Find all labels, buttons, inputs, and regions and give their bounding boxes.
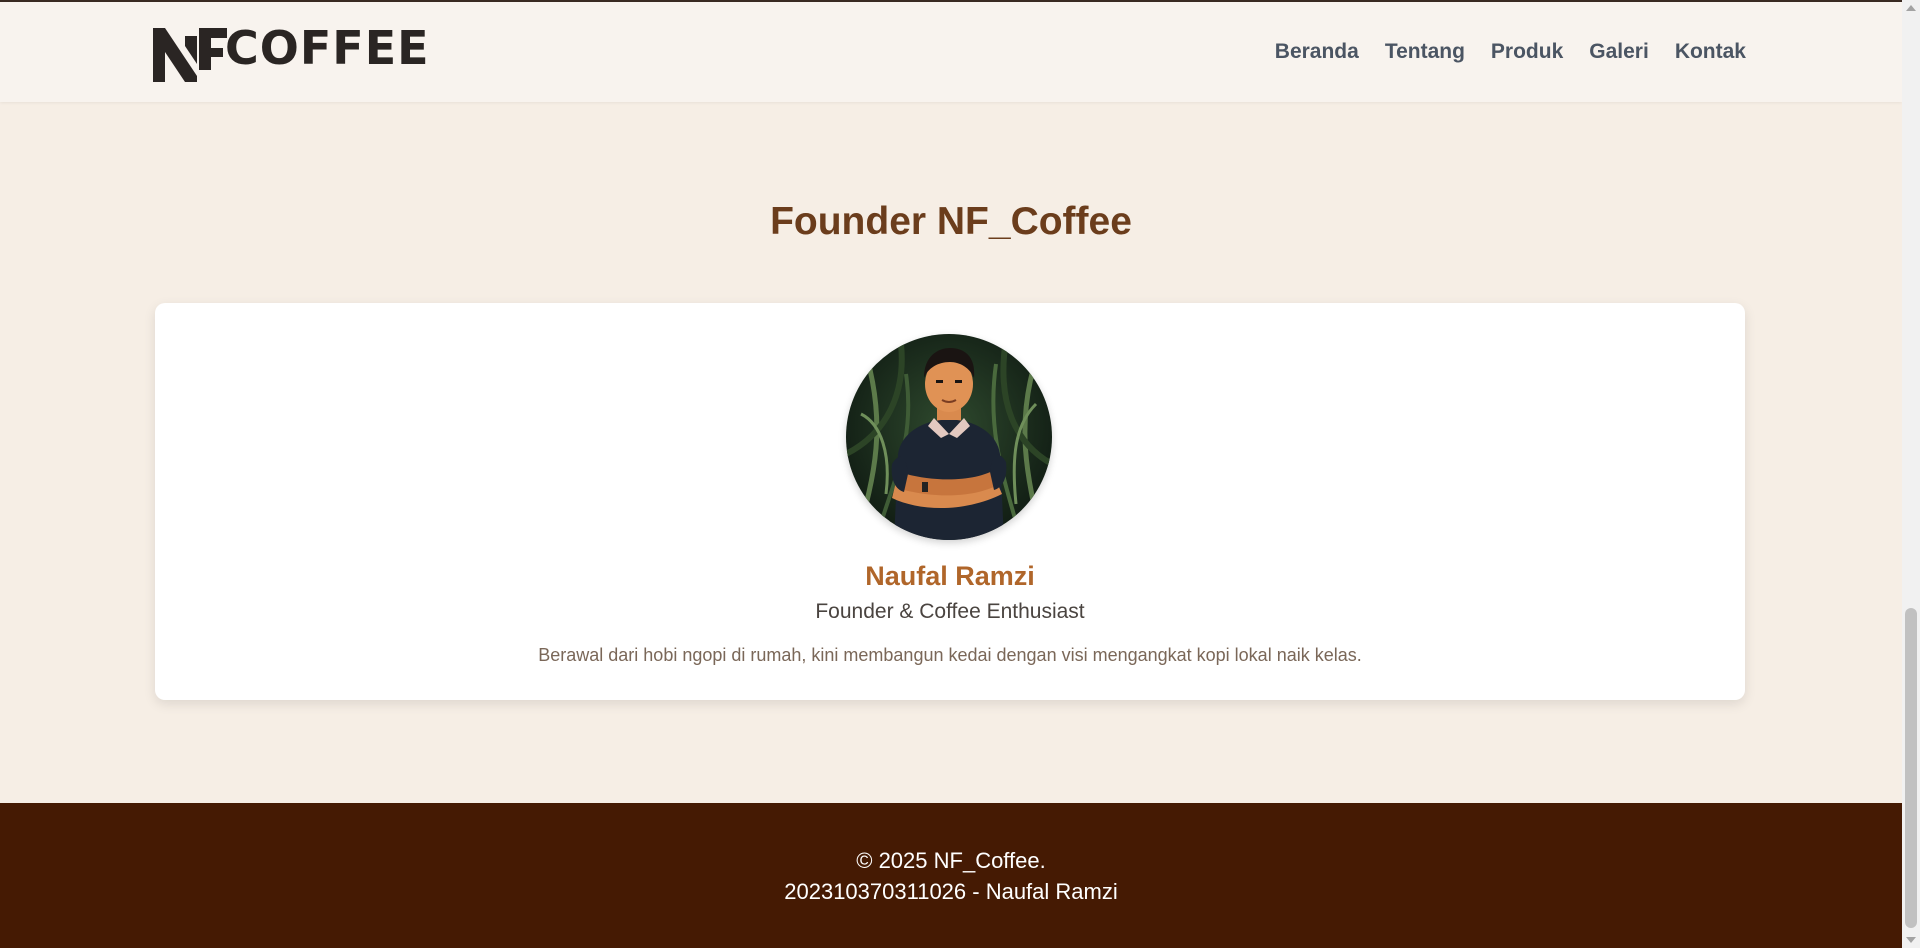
- page-scrollbar[interactable]: [1902, 0, 1920, 948]
- scroll-thumb[interactable]: [1905, 608, 1917, 928]
- site-logo[interactable]: COFFEE: [153, 22, 430, 82]
- scroll-down-icon[interactable]: [1906, 937, 1916, 943]
- main-nav: Beranda Tentang Produk Galeri Kontak: [1275, 40, 1746, 64]
- nf-logo-mark-icon: [153, 28, 227, 82]
- founder-section-title: Founder NF_Coffee: [770, 200, 1132, 243]
- founder-card: Naufal Ramzi Founder & Coffee Enthusiast…: [155, 303, 1745, 700]
- nav-produk[interactable]: Produk: [1491, 40, 1563, 64]
- founder-avatar: [846, 334, 1052, 540]
- scroll-up-icon[interactable]: [1906, 5, 1916, 11]
- founder-name: Naufal Ramzi: [865, 561, 1035, 591]
- founder-bio: Berawal dari hobi ngopi di rumah, kini m…: [538, 645, 1362, 665]
- nav-beranda[interactable]: Beranda: [1275, 40, 1359, 64]
- site-header: COFFEE Beranda Tentang Produk Galeri Kon…: [0, 2, 1902, 102]
- footer-copyright: © 2025 NF_Coffee.: [856, 848, 1046, 873]
- logo-text: COFFEE: [225, 21, 430, 75]
- founder-avatar-illustration-icon: [846, 334, 1052, 540]
- footer-credit: 202310370311026 - Naufal Ramzi: [784, 879, 1118, 904]
- founder-role: Founder & Coffee Enthusiast: [815, 600, 1085, 623]
- nav-kontak[interactable]: Kontak: [1675, 40, 1746, 64]
- nav-tentang[interactable]: Tentang: [1385, 40, 1465, 64]
- nav-galeri[interactable]: Galeri: [1589, 40, 1649, 64]
- site-footer: © 2025 NF_Coffee. 202310370311026 - Nauf…: [0, 803, 1902, 948]
